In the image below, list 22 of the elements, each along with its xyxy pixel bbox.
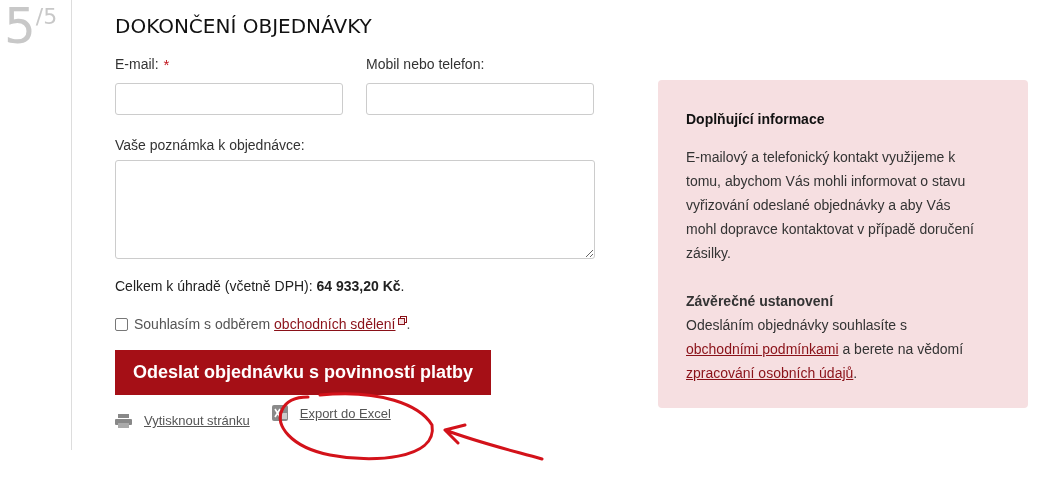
printer-icon [115, 413, 132, 428]
field-label: Mobil nebo telefon: [366, 56, 485, 74]
closing-text: Odesláním objednávky souhlasíte s obchodními podmínkami a berete na vědomí zpracování osobních údajů. [686, 316, 965, 383]
terms-link[interactable]: obchodními podmínkami [686, 341, 839, 357]
field-label: Vaše poznámka k objednávce: [115, 137, 306, 153]
consent-checkbox[interactable] [115, 317, 128, 331]
input-field[interactable] [366, 83, 594, 115]
panel-subtitle: Závěrečné ustanovení [686, 292, 835, 311]
external-link-icon [397, 316, 407, 325]
newsletter-link[interactable]: obchodních sdělení [274, 316, 407, 332]
input-field[interactable] [115, 83, 343, 115]
submit-order-button[interactable]: Odeslat objednávku s povinností platby [115, 350, 491, 395]
note-field[interactable] [115, 160, 595, 259]
consent-text: Souhlasím s odběrem obchodních sdělení . [134, 316, 411, 332]
field-label: E-mail: [115, 56, 159, 74]
print-link[interactable]: Vytisknout stránku [115, 413, 250, 428]
panel-title: Doplňující informace [686, 110, 826, 129]
panel-text: E-mailový a telefonický kontakt využijeme k tomu, abychom Vás mohli informovat o stavu vyřizování odeslané objednávky a aby Vás mohl dopravce kontaktovat v případě doručení zásilky. [686, 148, 975, 263]
section-title: DOKONČENÍ OBJEDNÁVKY [115, 14, 373, 38]
total-text: Celkem k úhradě (včetně DPH): 64 933,20 Kč. [115, 278, 406, 294]
export-link[interactable]: Export do Excel [271, 405, 391, 421]
required-mark: * [163, 56, 170, 74]
